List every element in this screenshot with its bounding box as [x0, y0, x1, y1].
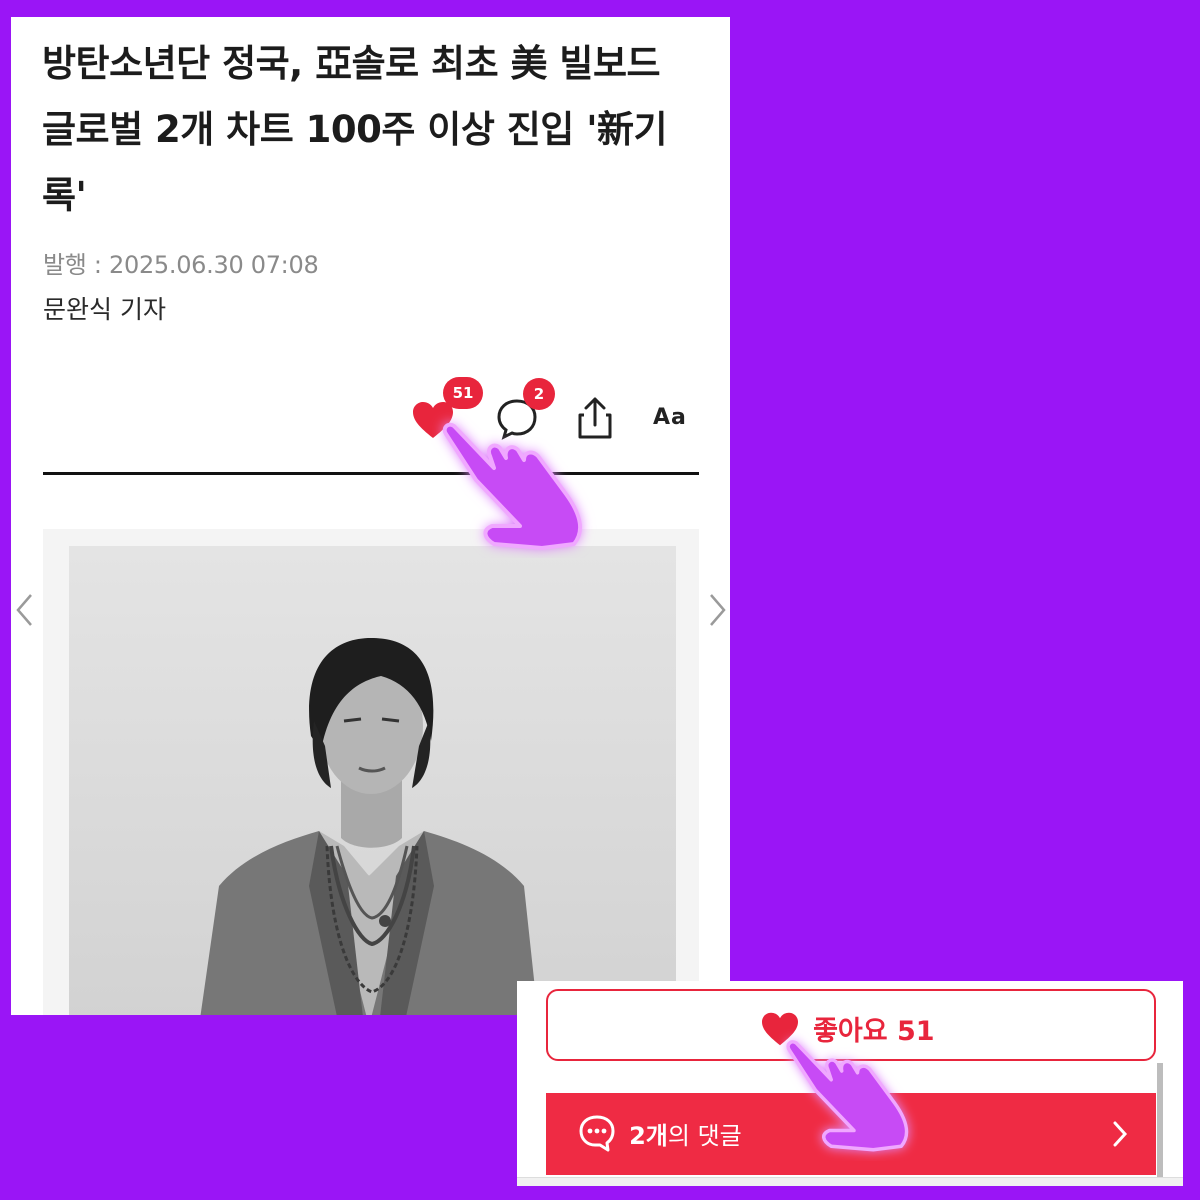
scrollbar[interactable]: [1157, 1063, 1163, 1178]
page: { "article": { "headline_lines": [ "방탄소년…: [0, 0, 1200, 1200]
font-size-label: Aa: [653, 405, 687, 430]
pointer-hand-icon: [424, 398, 624, 558]
comments-button-content: 2개의 댓글: [578, 1114, 742, 1152]
headline-line-1: 방탄소년단 정국, 亞솔로 최초 美 빌보드: [42, 42, 661, 85]
comments-count: 2개: [629, 1121, 668, 1150]
publish-date: 발행 : 2025.06.30 07:08: [43, 251, 319, 279]
chevron-left-icon: [16, 594, 32, 626]
author-name: 문완식 기자: [43, 295, 166, 324]
chevron-right-icon: [1113, 1121, 1128, 1147]
next-section-peek: [517, 1177, 1183, 1186]
portrait-illustration: [69, 546, 676, 1015]
chevron-right-icon: [710, 594, 726, 626]
speech-bubble-icon: [579, 1115, 615, 1152]
article-photo[interactable]: [69, 546, 676, 1015]
comments-suffix: 의 댓글: [667, 1121, 742, 1150]
comments-label: 2개의 댓글: [629, 1122, 742, 1150]
gallery-next-button[interactable]: [707, 592, 729, 628]
headline-line-3: 록': [42, 174, 87, 217]
headline-line-2: 글로벌 2개 차트 100주 이상 진입 '新기: [42, 108, 668, 151]
article-headline: 방탄소년단 정국, 亞솔로 최초 美 빌보드 글로벌 2개 차트 100주 이상…: [42, 31, 702, 229]
font-size-button[interactable]: Aa: [653, 403, 699, 433]
gallery-prev-button[interactable]: [13, 592, 35, 628]
pointer-hand-icon: [770, 1016, 945, 1161]
